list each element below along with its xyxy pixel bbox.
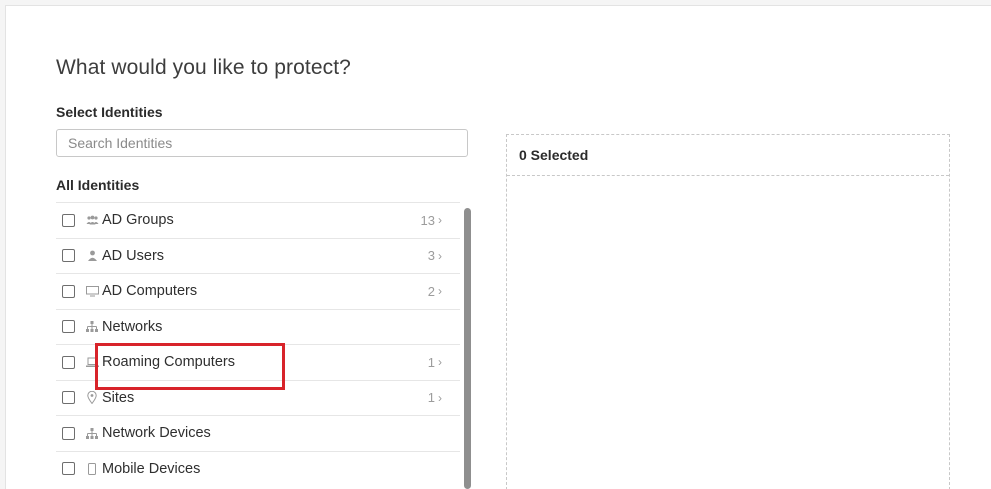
list-item-label: AD Computers — [102, 283, 198, 300]
roaming-computers-checkbox[interactable] — [62, 355, 75, 369]
list-item-label: Network Devices — [102, 425, 211, 442]
chevron-right-icon: › — [438, 248, 442, 263]
network-devices-checkbox[interactable] — [62, 426, 75, 440]
list-item-label: AD Users — [102, 247, 165, 264]
group-icon — [85, 213, 99, 227]
list-item-network-devices[interactable]: Network Devices — [56, 416, 460, 452]
network-icon — [85, 320, 99, 334]
list-item-ad-users[interactable]: AD Users 3 › — [56, 239, 460, 274]
list-item-networks[interactable]: Networks — [56, 310, 460, 345]
item-count: 1 › — [427, 390, 442, 406]
chevron-right-icon: › — [438, 213, 442, 228]
mobile-icon — [85, 462, 99, 476]
highlight-box — [95, 343, 285, 390]
selected-identities-panel: 0 Selected — [506, 134, 950, 489]
selected-count-header: 0 Selected — [507, 135, 949, 176]
location-pin-icon — [85, 391, 99, 405]
ad-users-checkbox[interactable] — [62, 249, 75, 263]
list-scrollbar[interactable] — [464, 208, 471, 489]
list-item-ad-groups[interactable]: AD Groups 13 › — [56, 203, 460, 239]
list-item-label: Networks — [102, 318, 163, 335]
search-identities-input[interactable] — [56, 129, 468, 157]
item-count: 3 › — [427, 248, 442, 264]
ad-computers-checkbox[interactable] — [62, 284, 75, 298]
chevron-right-icon: › — [438, 355, 442, 370]
mobile-devices-checkbox[interactable] — [62, 462, 75, 476]
network-icon — [85, 426, 99, 440]
ad-groups-checkbox[interactable] — [62, 213, 75, 227]
list-item-ad-computers[interactable]: AD Computers 2 › — [56, 274, 460, 310]
item-count: 13 › — [420, 212, 442, 228]
list-item-label: AD Groups — [102, 212, 174, 229]
list-item-mobile-devices[interactable]: Mobile Devices — [56, 452, 460, 485]
user-icon — [85, 249, 99, 263]
page-title: What would you like to protect? — [56, 56, 351, 79]
item-count: 2 › — [427, 283, 442, 299]
chevron-right-icon: › — [438, 284, 442, 299]
all-identities-label: All Identities — [56, 177, 140, 193]
networks-checkbox[interactable] — [62, 320, 75, 334]
list-item-label: Mobile Devices — [102, 460, 201, 477]
select-identities-label: Select Identities — [56, 104, 163, 120]
monitor-icon — [85, 284, 99, 298]
sites-checkbox[interactable] — [62, 391, 75, 405]
item-count: 1 › — [427, 354, 442, 370]
list-item-label: Sites — [102, 389, 135, 406]
chevron-right-icon: › — [438, 390, 442, 405]
